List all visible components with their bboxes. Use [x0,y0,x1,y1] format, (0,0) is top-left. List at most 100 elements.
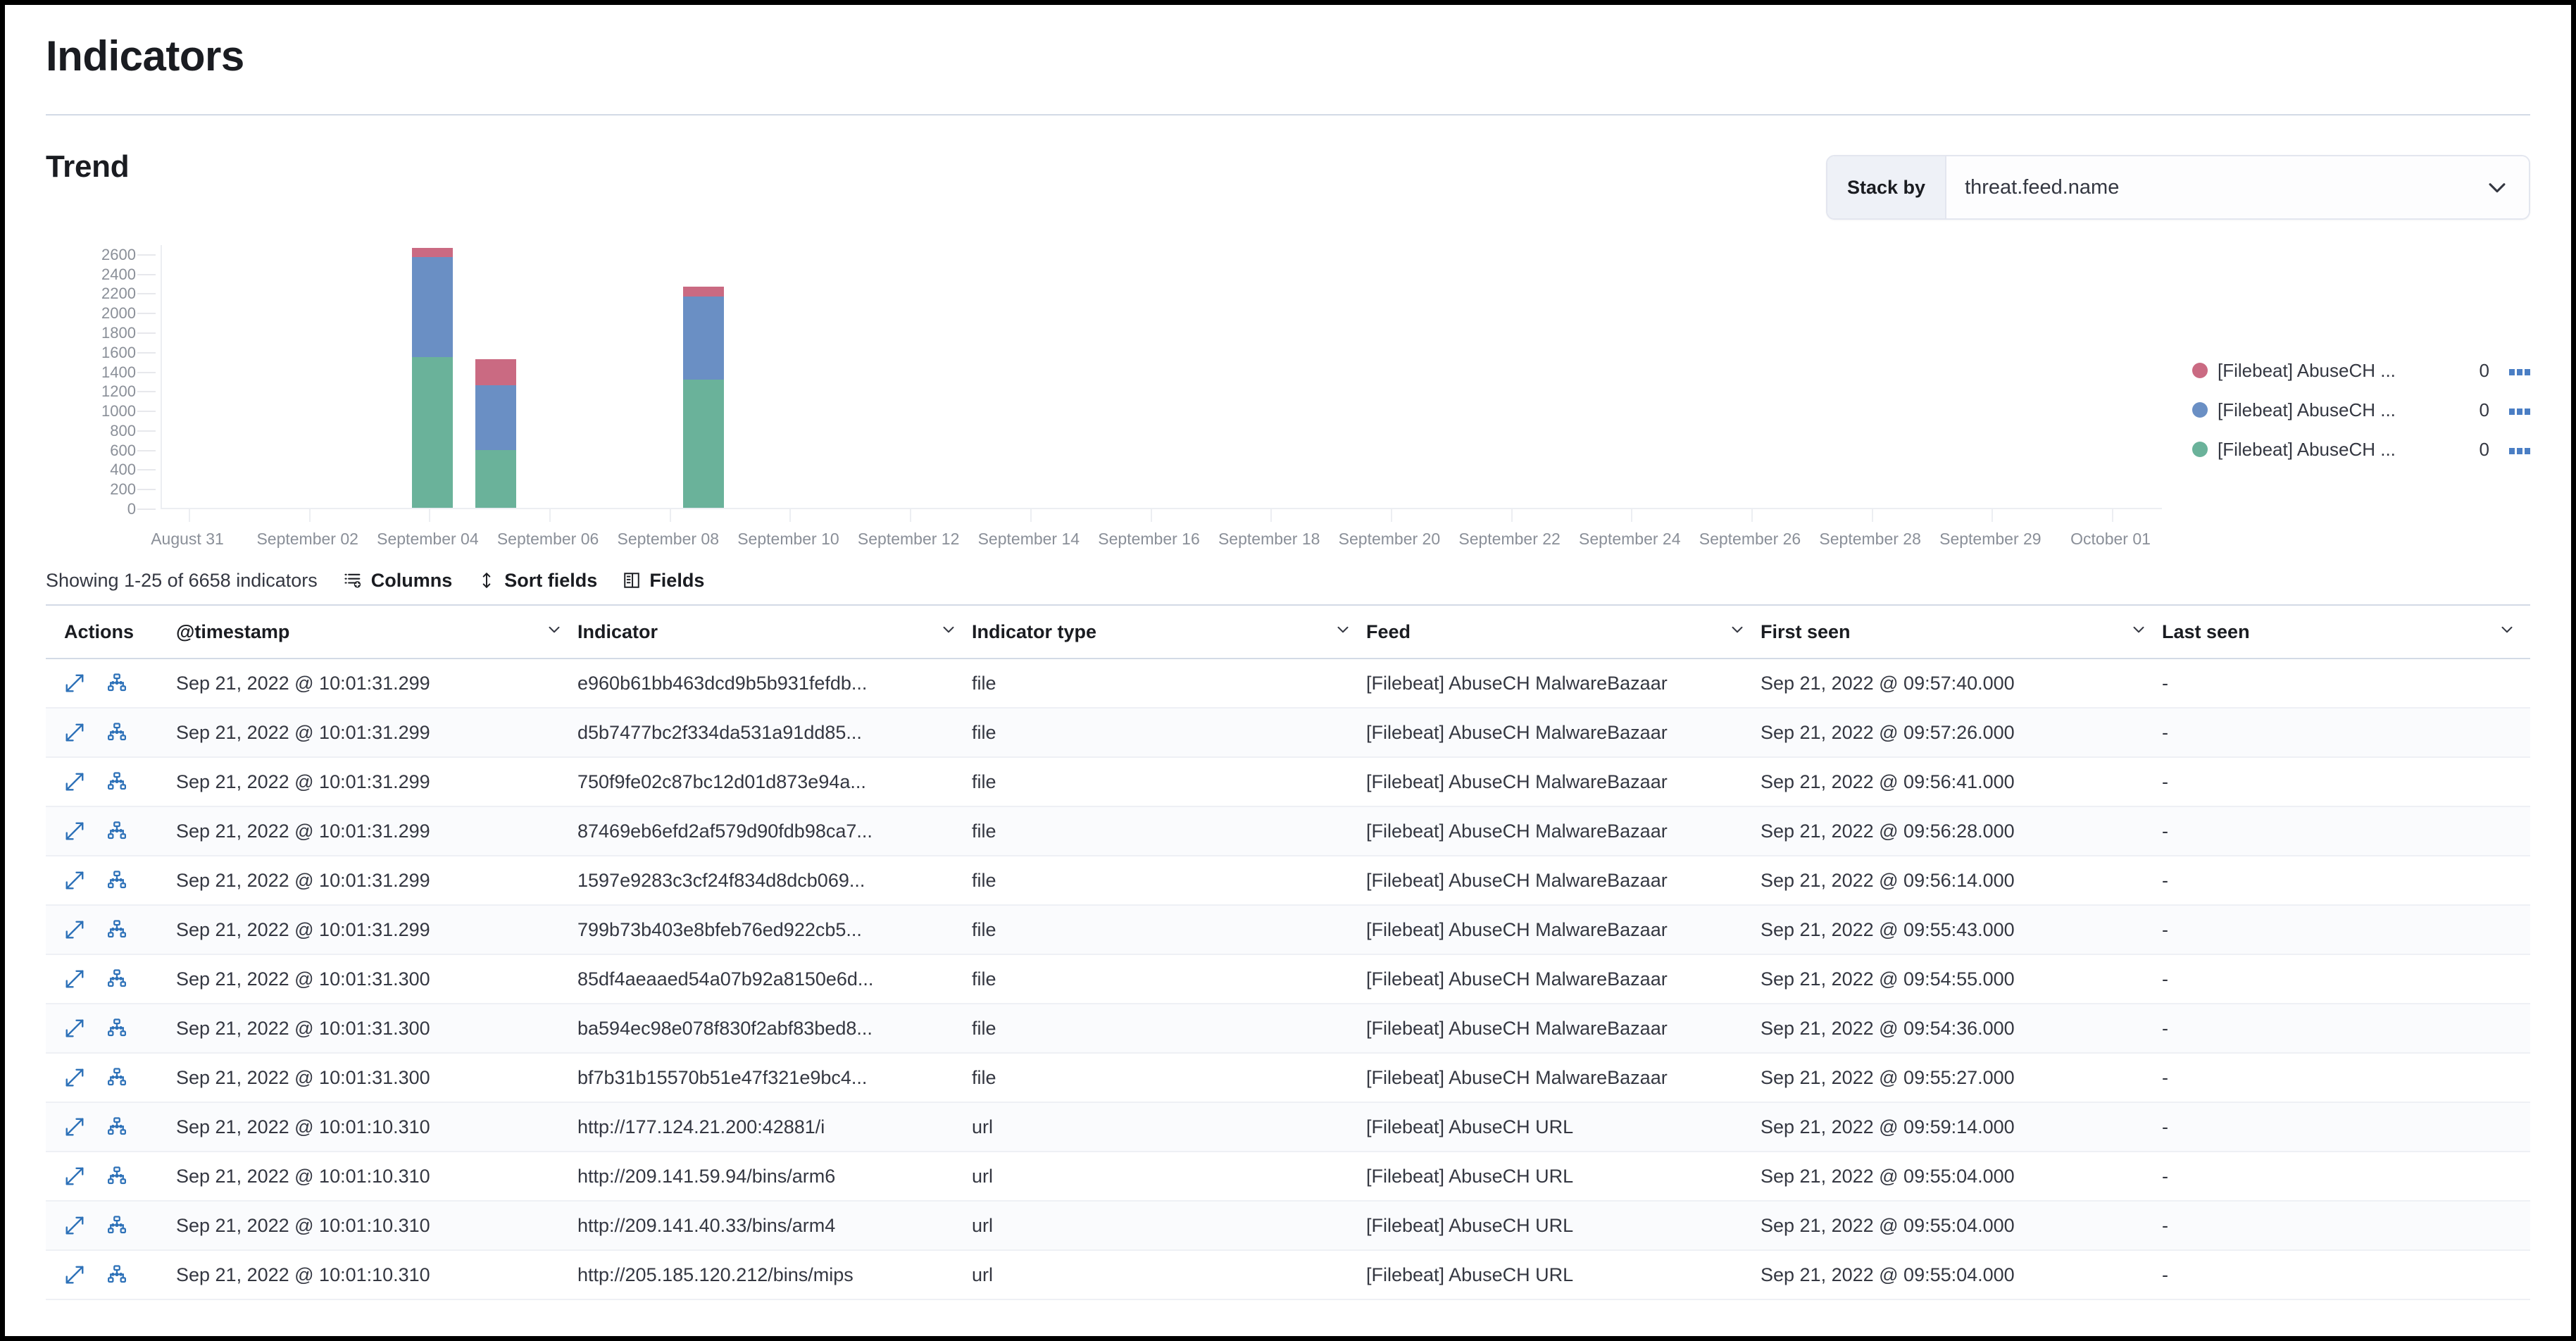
cell-ind: e960b61bb463dcd9b5b931fefdb... [577,672,868,694]
stack-by-control[interactable]: Stack by threat.feed.name [1826,155,2530,220]
chevron-down-icon[interactable] [2130,620,2148,644]
investigate-in-timeline-icon[interactable] [106,722,127,743]
chart-legend: [Filebeat] AbuseCH ... 0 [Filebeat] AbuseC… [2192,351,2530,469]
chart-bar-segment[interactable] [412,257,453,358]
legend-filter-icon[interactable] [2499,444,2530,454]
cell-ts: Sep 21, 2022 @ 10:01:31.299 [176,721,430,743]
investigate-in-timeline-icon[interactable] [106,1215,127,1236]
column-header-ts[interactable]: @timestamp [176,620,577,644]
expand-icon[interactable] [64,1116,85,1137]
table-row[interactable]: Sep 21, 2022 @ 10:01:31.299 799b73b403e8b… [46,906,2530,955]
investigate-in-timeline-icon[interactable] [106,919,127,940]
legend-item[interactable]: [Filebeat] AbuseCH ... 0 [2192,390,2530,430]
expand-icon[interactable] [64,919,85,940]
table-row[interactable]: Sep 21, 2022 @ 10:01:31.300 bf7b31b15570b… [46,1054,2530,1103]
investigate-in-timeline-icon[interactable] [106,1018,127,1039]
x-axis-tick-label: September 14 [977,530,1080,548]
table-row[interactable]: Sep 21, 2022 @ 10:01:31.299 87469eb6efd2a… [46,807,2530,856]
cell-first: Sep 21, 2022 @ 09:55:04.000 [1761,1165,2015,1187]
chevron-down-icon[interactable] [1334,620,1352,644]
chevron-down-icon[interactable] [545,620,563,644]
expand-icon[interactable] [64,722,85,743]
chart-bar-segment[interactable] [412,247,453,258]
expand-icon[interactable] [64,821,85,842]
legend-filter-icon[interactable] [2499,405,2530,415]
table-row[interactable]: Sep 21, 2022 @ 10:01:31.300 ba594ec98e078… [46,1004,2530,1054]
column-header-ind[interactable]: Indicator [577,620,972,644]
sort-fields-button[interactable]: Sort fields [477,570,597,592]
chart-plot-area [161,245,2162,522]
columns-button[interactable]: Columns [343,569,453,592]
table-row[interactable]: Sep 21, 2022 @ 10:01:31.299 e960b61bb463d… [46,659,2530,709]
cell-type: url [972,1214,994,1236]
column-header-type[interactable]: Indicator type [972,620,1366,644]
chart-bar-segment[interactable] [683,380,724,508]
cell-feed: [Filebeat] AbuseCH MalwareBazaar [1366,820,1668,842]
investigate-in-timeline-icon[interactable] [106,1116,127,1137]
chevron-down-icon[interactable] [2498,620,2516,644]
cell-type: file [972,1017,996,1039]
expand-icon[interactable] [64,1166,85,1187]
cell-ts: Sep 21, 2022 @ 10:01:31.299 [176,672,430,694]
cell-ind: http://177.124.21.200:42881/i [577,1116,825,1137]
expand-icon[interactable] [64,1264,85,1285]
columns-label: Columns [370,569,453,591]
column-header-last[interactable]: Last seen [2162,620,2530,644]
investigate-in-timeline-icon[interactable] [106,821,127,842]
expand-icon[interactable] [64,771,85,792]
chart-bar-segment[interactable] [475,450,516,508]
legend-item[interactable]: [Filebeat] AbuseCH ... 0 [2192,351,2530,390]
cell-ind: d5b7477bc2f334da531a91dd85... [577,721,862,743]
table-row[interactable]: Sep 21, 2022 @ 10:01:10.310 http://209.14… [46,1152,2530,1202]
fields-label: Fields [649,569,705,591]
y-axis-tick-label: 1400 [101,363,136,381]
legend-item[interactable]: [Filebeat] AbuseCH ... 0 [2192,430,2530,469]
expand-icon[interactable] [64,1018,85,1039]
legend-filter-icon[interactable] [2499,366,2530,375]
column-header-label: Indicator [577,620,658,642]
columns-icon [343,570,363,590]
table-row[interactable]: Sep 21, 2022 @ 10:01:10.310 http://177.12… [46,1103,2530,1152]
expand-icon[interactable] [64,968,85,990]
expand-icon[interactable] [64,673,85,694]
investigate-in-timeline-icon[interactable] [106,968,127,990]
x-axis-gridline [669,509,671,522]
cell-ts: Sep 21, 2022 @ 10:01:31.300 [176,968,430,990]
expand-icon[interactable] [64,870,85,891]
investigate-in-timeline-icon[interactable] [106,870,127,891]
fields-button[interactable]: Fields [623,570,704,592]
table-row[interactable]: Sep 21, 2022 @ 10:01:31.299 750f9fe02c87b… [46,758,2530,807]
expand-icon[interactable] [64,1067,85,1088]
x-axis-tick-label: September 02 [256,530,358,548]
investigate-in-timeline-icon[interactable] [106,1166,127,1187]
stack-by-value[interactable]: threat.feed.name [1946,156,2485,218]
chart-bar-segment[interactable] [683,287,724,297]
investigate-in-timeline-icon[interactable] [106,1264,127,1285]
table-row[interactable]: Sep 21, 2022 @ 10:01:10.310 http://205.18… [46,1251,2530,1300]
chart-bar[interactable] [683,287,724,508]
chart-bar-segment[interactable] [475,358,516,386]
chart-bar-segment[interactable] [412,357,453,508]
chevron-down-icon[interactable] [939,620,958,644]
legend-color-swatch [2192,442,2208,457]
chevron-down-icon[interactable] [2485,156,2529,218]
chart-bar-segment[interactable] [683,297,724,380]
row-actions [46,919,176,940]
expand-icon[interactable] [64,1215,85,1236]
column-header-feed[interactable]: Feed [1366,620,1761,644]
investigate-in-timeline-icon[interactable] [106,673,127,694]
investigate-in-timeline-icon[interactable] [106,1067,127,1088]
table-row[interactable]: Sep 21, 2022 @ 10:01:31.299 1597e9283c3cf… [46,856,2530,906]
column-header-first[interactable]: First seen [1761,620,2162,644]
y-axis-tick-mark [137,332,156,334]
chart-bar[interactable] [475,358,516,508]
chart-bar[interactable] [412,247,453,508]
investigate-in-timeline-icon[interactable] [106,771,127,792]
chevron-down-icon[interactable] [1728,620,1746,644]
table-row[interactable]: Sep 21, 2022 @ 10:01:10.310 http://209.14… [46,1202,2530,1251]
x-axis-gridline [789,509,792,522]
row-actions [46,1067,176,1088]
chart-bar-segment[interactable] [475,385,516,451]
table-row[interactable]: Sep 21, 2022 @ 10:01:31.300 85df4aeaaed54… [46,955,2530,1004]
table-row[interactable]: Sep 21, 2022 @ 10:01:31.299 d5b7477bc2f33… [46,709,2530,758]
